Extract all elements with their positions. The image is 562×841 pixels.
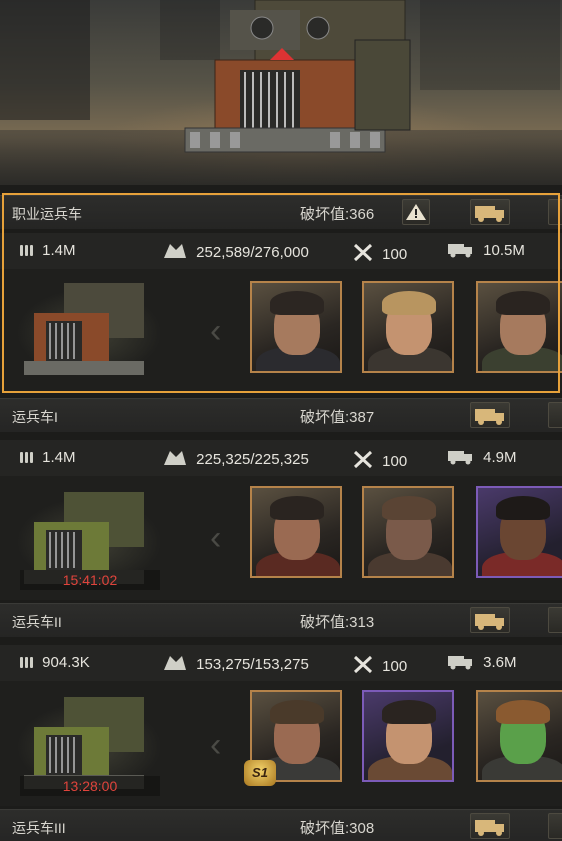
power-value: 破坏值:313 bbox=[300, 614, 375, 631]
warning-button[interactable] bbox=[402, 199, 430, 225]
truck-image bbox=[184, 0, 411, 153]
row-header-0[interactable]: 职业运兵车 破坏值:366 bbox=[0, 195, 562, 229]
truck-load-icon bbox=[448, 451, 472, 465]
crew-portrait-1[interactable] bbox=[250, 486, 342, 578]
health-value: 153,275/153,275 bbox=[196, 656, 309, 673]
row-header-2[interactable]: 运兵车II 破坏值:313 bbox=[0, 603, 562, 637]
repair-value: 100 bbox=[382, 453, 408, 470]
ammo-value: 1.4M bbox=[42, 449, 76, 466]
capacity-stat: 10.5M bbox=[447, 242, 525, 259]
power-value: 破坏值:366 bbox=[300, 206, 375, 223]
crew-portrait-2[interactable] bbox=[362, 281, 454, 373]
crew-portrait-3[interactable] bbox=[476, 486, 562, 578]
health-icon bbox=[164, 244, 186, 258]
chevron-left-icon[interactable]: ‹ bbox=[210, 725, 234, 765]
truck-thumbnail[interactable] bbox=[14, 273, 164, 383]
repair-stat: 100 bbox=[352, 242, 407, 263]
crew-portrait-1[interactable] bbox=[250, 281, 342, 373]
truck-icon bbox=[24, 283, 144, 375]
truck-name: 运兵车I bbox=[12, 409, 58, 425]
season-badge: S1 bbox=[244, 760, 276, 786]
health-value: 252,589/276,000 bbox=[196, 244, 309, 261]
truck-button[interactable] bbox=[470, 402, 510, 428]
row-header-1[interactable]: 运兵车I 破坏值:387 bbox=[0, 398, 562, 432]
menu-button[interactable] bbox=[548, 813, 562, 839]
truck-name: 运兵车II bbox=[12, 614, 62, 630]
crew-portrait-2[interactable] bbox=[362, 486, 454, 578]
ammo-stat: 1.4M bbox=[18, 242, 76, 259]
hero-truck-banner bbox=[0, 0, 562, 185]
menu-button[interactable] bbox=[548, 199, 562, 225]
truck-icon bbox=[475, 820, 504, 836]
ammo-icon bbox=[20, 657, 33, 668]
capacity-value: 10.5M bbox=[483, 242, 525, 259]
crew-portrait-2[interactable] bbox=[362, 690, 454, 782]
ammo-stat: 1.4M bbox=[18, 449, 76, 466]
health-icon bbox=[164, 451, 186, 465]
truck-button[interactable] bbox=[470, 199, 510, 225]
stats-row-1: 1.4M 225,325/225,325 100 4.9M bbox=[0, 440, 562, 476]
cooldown-timer: 13:28:00 bbox=[20, 776, 160, 796]
ammo-stat: 904.3K bbox=[18, 654, 90, 671]
repair-value: 100 bbox=[382, 658, 408, 675]
health-stat: 252,589/276,000 bbox=[162, 242, 309, 261]
row-header-3[interactable]: 运兵车III 破坏值:308 bbox=[0, 809, 562, 841]
repair-stat: 100 bbox=[352, 449, 407, 470]
health-value: 225,325/225,325 bbox=[196, 451, 309, 468]
chevron-left-icon[interactable]: ‹ bbox=[210, 518, 234, 558]
menu-button[interactable] bbox=[548, 607, 562, 633]
truck-button[interactable] bbox=[470, 813, 510, 839]
capacity-stat: 4.9M bbox=[447, 449, 517, 466]
truck-icon bbox=[475, 409, 504, 425]
truck-icon bbox=[475, 614, 504, 630]
power-value: 破坏值:387 bbox=[300, 409, 375, 426]
repair-stat: 100 bbox=[352, 654, 407, 675]
wrench-icon bbox=[353, 655, 373, 674]
cooldown-timer: 15:41:02 bbox=[20, 570, 160, 590]
crew-portrait-3[interactable] bbox=[476, 690, 562, 782]
capacity-stat: 3.6M bbox=[447, 654, 517, 671]
warning-icon bbox=[406, 204, 426, 220]
stats-row-0: 1.4M 252,589/276,000 100 10.5M bbox=[0, 233, 562, 269]
wrench-icon bbox=[353, 450, 373, 469]
power-value: 破坏值:308 bbox=[300, 820, 375, 837]
crew-portrait-3[interactable] bbox=[476, 281, 562, 373]
truck-name: 职业运兵车 bbox=[12, 206, 82, 222]
ammo-value: 904.3K bbox=[42, 654, 90, 671]
crew-row-0: ‹ bbox=[0, 269, 562, 391]
health-stat: 225,325/225,325 bbox=[162, 449, 309, 468]
capacity-value: 3.6M bbox=[483, 654, 517, 671]
stats-row-2: 904.3K 153,275/153,275 100 3.6M bbox=[0, 645, 562, 681]
health-stat: 153,275/153,275 bbox=[162, 654, 309, 673]
chevron-left-icon[interactable]: ‹ bbox=[210, 311, 234, 351]
truck-load-icon bbox=[448, 244, 472, 258]
crew-row-1: 15:41:02 ‹ bbox=[0, 476, 562, 600]
ammo-value: 1.4M bbox=[42, 242, 76, 259]
ammo-icon bbox=[20, 245, 33, 256]
truck-load-icon bbox=[448, 656, 472, 670]
health-icon bbox=[164, 656, 186, 670]
crew-row-2: 13:28:00 ‹ bbox=[0, 681, 562, 806]
repair-value: 100 bbox=[382, 246, 408, 263]
truck-icon bbox=[475, 206, 504, 222]
ammo-icon bbox=[20, 452, 33, 463]
truck-name: 运兵车III bbox=[12, 820, 66, 836]
truck-button[interactable] bbox=[470, 607, 510, 633]
menu-button[interactable] bbox=[548, 402, 562, 428]
wrench-icon bbox=[353, 243, 373, 262]
capacity-value: 4.9M bbox=[483, 449, 517, 466]
